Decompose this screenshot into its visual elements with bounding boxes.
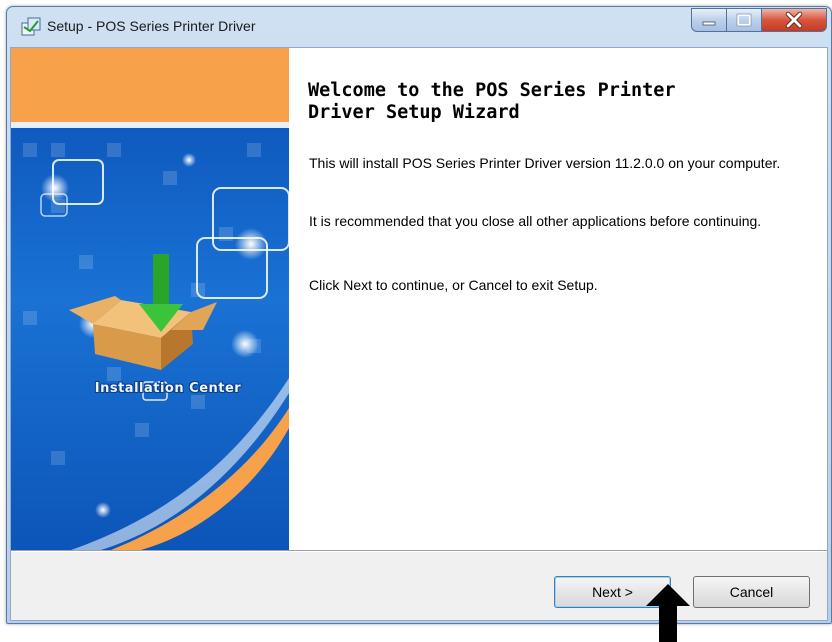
- wizard-content: Installation Center Welcome to the POS S…: [11, 48, 827, 550]
- setup-app-icon: [21, 17, 41, 36]
- minimize-icon: [702, 21, 716, 26]
- title-bar[interactable]: Setup - POS Series Printer Driver: [7, 7, 831, 47]
- client-area: Installation Center Welcome to the POS S…: [10, 47, 828, 621]
- installation-center-logo: Installation Center: [94, 381, 242, 396]
- maximize-icon: [736, 13, 752, 27]
- window-title: Setup - POS Series Printer Driver: [47, 18, 256, 34]
- intro-paragraph: This will install POS Series Printer Dri…: [309, 155, 781, 171]
- banner-graphic: [11, 48, 289, 550]
- minimize-button[interactable]: [691, 8, 727, 32]
- wizard-heading: Welcome to the POS Series Printer Driver…: [308, 80, 676, 123]
- close-icon: [785, 11, 803, 29]
- wizard-banner: Installation Center: [11, 48, 289, 550]
- cancel-button[interactable]: Cancel: [693, 576, 810, 608]
- recommendation-paragraph: It is recommended that you close all oth…: [309, 213, 762, 229]
- maximize-button[interactable]: [726, 8, 762, 32]
- pointer-arrow-icon: [646, 584, 690, 642]
- close-button[interactable]: [761, 8, 827, 32]
- instruction-paragraph: Click Next to continue, or Cancel to exi…: [309, 277, 598, 293]
- setup-window: Setup - POS Series Printer Driver Instal…: [6, 6, 832, 624]
- button-area-divider: [11, 550, 827, 552]
